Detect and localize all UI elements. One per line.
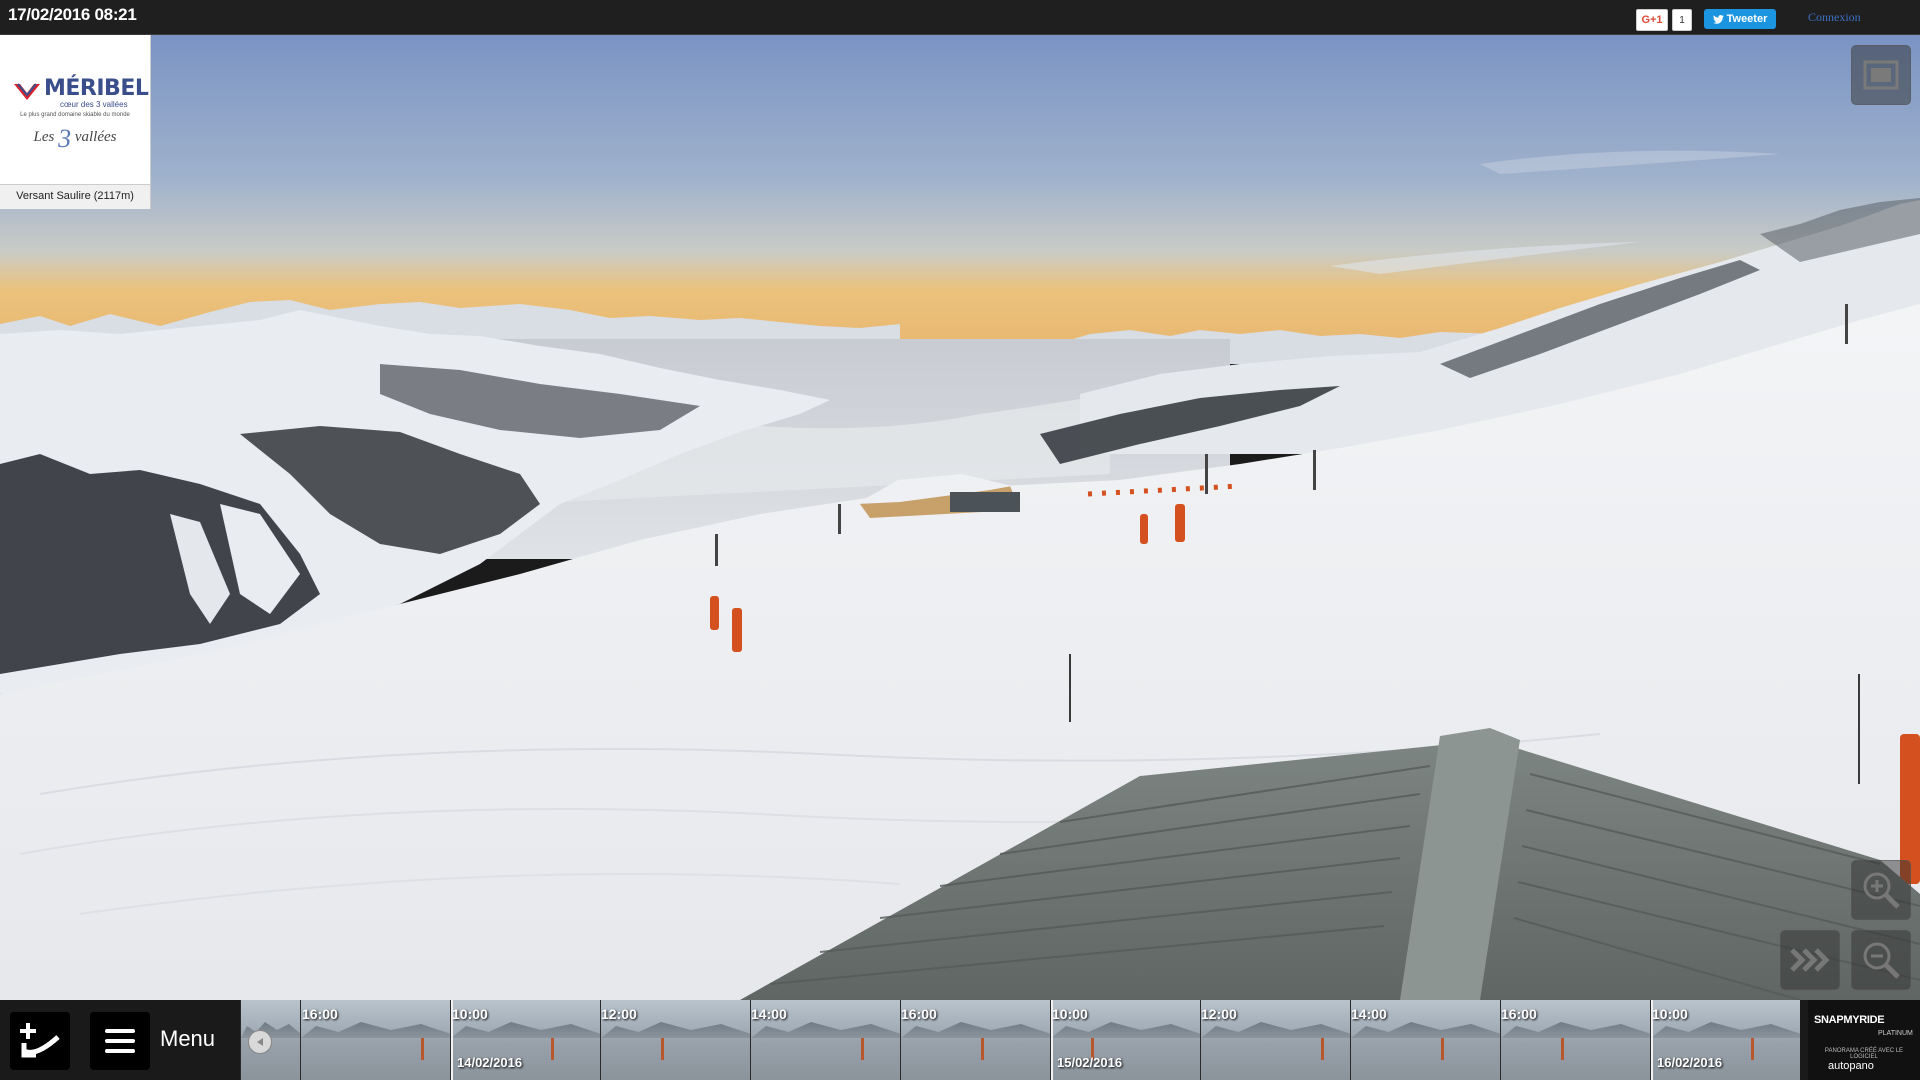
zoom-out-icon xyxy=(1863,942,1900,979)
fast-forward-button[interactable] xyxy=(1780,930,1840,990)
timeline-date-label: 15/02/2016 xyxy=(1057,1055,1123,1070)
zoom-in-icon xyxy=(1863,872,1900,909)
meribel-heart-icon xyxy=(14,83,40,100)
zoom-in-button[interactable] xyxy=(1851,860,1911,920)
timeline-date-label: 16/02/2016 xyxy=(1657,1055,1723,1070)
fullscreen-icon xyxy=(1863,60,1899,90)
timeline-time-label: 10:00 xyxy=(1052,1006,1088,1022)
panorama-view[interactable] xyxy=(0,34,1920,1000)
meribel-logo: MÉRIBEL cœur des 3 vallées xyxy=(12,76,149,109)
login-link[interactable]: Connexion xyxy=(1808,10,1861,25)
brand-name: MÉRIBEL xyxy=(44,76,149,101)
timeline-time-label: 14:00 xyxy=(751,1006,787,1022)
resort-logo-card[interactable]: MÉRIBEL cœur des 3 vallées Le plus grand… xyxy=(0,34,151,209)
history-timeline[interactable]: 16:00 10:00 14/02/2016 12:00 14:00 16:00… xyxy=(240,1000,1800,1080)
fast-forward-icon xyxy=(1790,948,1830,972)
made-with-label: PANORAMA CRÉÉ AVEC LE LOGICIEL xyxy=(1824,1048,1904,1060)
tweet-label: Tweeter xyxy=(1726,13,1768,25)
fullscreen-button[interactable] xyxy=(1851,45,1911,105)
plus-arrow-icon xyxy=(20,1023,60,1058)
timeline-time-label: 10:00 xyxy=(1652,1006,1688,1022)
timeline-time-label: 10:00 xyxy=(452,1006,488,1022)
les3-prefix: Les xyxy=(33,129,55,145)
edition-label: PLATINUM xyxy=(1878,1030,1913,1037)
google-plus-button[interactable]: G+1 xyxy=(1636,9,1668,31)
brand-subtitle: cœur des 3 vallées xyxy=(60,100,128,109)
menu-button[interactable] xyxy=(90,1012,150,1070)
timeline-time-label: 14:00 xyxy=(1351,1006,1387,1022)
zoom-out-button[interactable] xyxy=(1851,930,1911,990)
twitter-bird-icon xyxy=(1712,14,1724,24)
add-to-favorites-button[interactable] xyxy=(10,1012,70,1070)
timeline-date-label: 14/02/2016 xyxy=(457,1055,523,1070)
les3-suffix: vallées xyxy=(74,129,117,145)
credits-badge[interactable]: SNAPMYRIDE PLATINUM PANORAMA CRÉÉ AVEC L… xyxy=(1808,1000,1920,1080)
hamburger-icon xyxy=(105,1029,135,1053)
tweet-button[interactable]: Tweeter xyxy=(1704,9,1776,29)
timeline-time-label: 16:00 xyxy=(1501,1006,1537,1022)
triangle-left-icon xyxy=(257,1038,263,1046)
autopano-label: autopano xyxy=(1828,1060,1874,1072)
timeline-time-label: 12:00 xyxy=(601,1006,637,1022)
timeline-scrub-handle[interactable] xyxy=(248,1030,272,1054)
camera-location: Versant Saulire (2117m) xyxy=(0,184,150,209)
brand-tagline: Le plus grand domaine skiable du monde xyxy=(20,112,130,118)
capture-datetime: 17/02/2016 08:21 xyxy=(8,5,137,24)
menu-label[interactable]: Menu xyxy=(160,1026,215,1052)
snapmyride-logo: SNAPMYRIDE xyxy=(1814,1014,1885,1026)
timeline-time-label: 16:00 xyxy=(302,1006,338,1022)
timeline-time-label: 16:00 xyxy=(901,1006,937,1022)
les-3-vallees-logo: Les 3 vallées xyxy=(0,124,150,154)
google-plus-count: 1 xyxy=(1672,9,1692,31)
les3-number: 3 xyxy=(58,124,72,153)
timeline-time-label: 12:00 xyxy=(1201,1006,1237,1022)
bottom-bar: Menu 16:00 10:00 14/02/2016 12:00 14:00 … xyxy=(0,1000,1920,1080)
panorama-image xyxy=(0,34,1920,1000)
top-bar: 17/02/2016 08:21 G+1 1 Tweeter Connexion xyxy=(0,0,1920,35)
